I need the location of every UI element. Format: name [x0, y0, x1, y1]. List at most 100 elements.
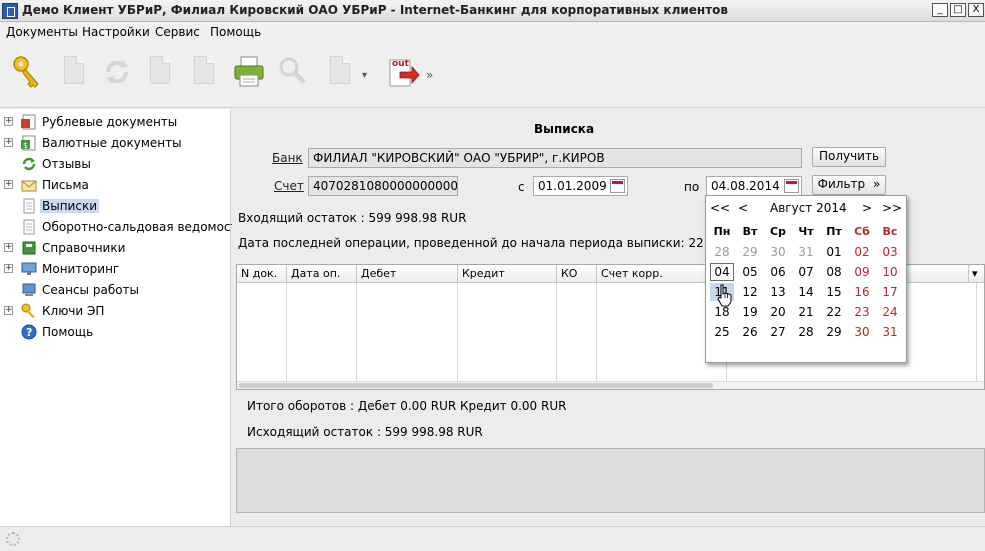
- search-tool-button[interactable]: [276, 54, 310, 90]
- calendar-day[interactable]: 08: [822, 263, 846, 281]
- calendar-day[interactable]: 10: [878, 263, 902, 281]
- nav-item[interactable]: + Ключи ЭП: [0, 301, 231, 322]
- nav-item[interactable]: + Письма: [0, 175, 231, 196]
- account-field[interactable]: 40702810800000000000: [308, 176, 458, 196]
- nav-item[interactable]: Выписки: [0, 196, 231, 217]
- expand-icon[interactable]: +: [4, 243, 13, 252]
- refresh-tool-button[interactable]: [100, 54, 134, 90]
- import-tool-button[interactable]: [322, 54, 356, 90]
- print-button[interactable]: [232, 54, 266, 90]
- next-month-button[interactable]: >: [862, 201, 872, 215]
- document-icon: [21, 198, 37, 214]
- calendar-day[interactable]: 26: [738, 323, 762, 341]
- column-header-op-date[interactable]: Дата оп.: [287, 265, 357, 283]
- next-year-button[interactable]: >>: [882, 201, 902, 215]
- calendar-day[interactable]: 09: [850, 263, 874, 281]
- calendar-day[interactable]: 05: [738, 263, 762, 281]
- column-menu-button[interactable]: ▾: [969, 265, 984, 283]
- calendar-day[interactable]: 23: [850, 303, 874, 321]
- calendar-day[interactable]: 03: [878, 243, 902, 261]
- new-document-button[interactable]: [56, 54, 90, 90]
- nav-item[interactable]: + Справочники: [0, 238, 231, 259]
- more-tools-caret[interactable]: »: [426, 68, 433, 82]
- nav-item[interactable]: + $ Валютные документы: [0, 133, 231, 154]
- nav-item[interactable]: ? Помощь: [0, 322, 231, 343]
- calendar-day[interactable]: 16: [850, 283, 874, 301]
- calendar-day[interactable]: 20: [766, 303, 790, 321]
- calendar-day[interactable]: 29: [738, 243, 762, 261]
- envelope-icon: [21, 177, 37, 193]
- nav-item-label: Письма: [42, 178, 89, 192]
- filter-button[interactable]: Фильтр »: [812, 175, 886, 195]
- calendar-day[interactable]: 30: [766, 243, 790, 261]
- calendar-day[interactable]: 29: [822, 323, 846, 341]
- get-button[interactable]: Получить: [812, 147, 886, 167]
- expand-icon[interactable]: +: [4, 117, 13, 126]
- scrollbar-thumb[interactable]: [239, 383, 713, 388]
- close-button[interactable]: X: [968, 3, 984, 17]
- calendar-day[interactable]: 31: [878, 323, 902, 341]
- refresh-icon: [106, 60, 128, 84]
- calendar-day[interactable]: 13: [766, 283, 790, 301]
- calendar-day[interactable]: 19: [738, 303, 762, 321]
- calendar-day[interactable]: 12: [738, 283, 762, 301]
- calendar-day[interactable]: 01: [822, 243, 846, 261]
- date-from-field[interactable]: 01.01.2009: [533, 176, 628, 196]
- date-to-field[interactable]: 04.08.2014: [706, 176, 802, 196]
- column-header-credit[interactable]: Кредит: [458, 265, 557, 283]
- column-header-debit[interactable]: Дебет: [357, 265, 458, 283]
- calendar-weekday-header: Сб: [854, 225, 870, 238]
- menu-settings[interactable]: Настройки: [82, 25, 150, 39]
- calendar-day[interactable]: 28: [794, 323, 818, 341]
- calendar-day[interactable]: 04: [710, 263, 734, 281]
- expand-icon[interactable]: +: [4, 138, 13, 147]
- delete-document-button[interactable]: [142, 54, 176, 90]
- bank-link[interactable]: Банк: [272, 151, 303, 165]
- nav-item[interactable]: Оборотно-сальдовая ведомость: [0, 217, 245, 238]
- calendar-day[interactable]: 21: [794, 303, 818, 321]
- minimize-button[interactable]: _: [932, 3, 948, 17]
- calendar-day[interactable]: 31: [794, 243, 818, 261]
- calendar-day[interactable]: 24: [878, 303, 902, 321]
- calendar-day[interactable]: 02: [850, 243, 874, 261]
- import-dropdown-caret[interactable]: ▾: [362, 70, 367, 81]
- menu-help[interactable]: Помощь: [210, 25, 261, 39]
- calendar-day[interactable]: 30: [850, 323, 874, 341]
- menu-documents[interactable]: Документы: [6, 25, 78, 39]
- edit-document-button[interactable]: [186, 54, 220, 90]
- calendar-day[interactable]: 28: [710, 243, 734, 261]
- expand-icon[interactable]: +: [4, 264, 13, 273]
- account-link[interactable]: Счет: [274, 179, 304, 193]
- nav-item-label: Ключи ЭП: [42, 304, 105, 318]
- prev-year-button[interactable]: <<: [710, 201, 730, 215]
- menu-service[interactable]: Сервис: [155, 25, 200, 39]
- notes-area[interactable]: [236, 448, 985, 513]
- calendar-day[interactable]: 17: [878, 283, 902, 301]
- filter-label: Фильтр: [817, 177, 866, 191]
- keys-tool-button[interactable]: [10, 54, 44, 90]
- calendar-day[interactable]: 07: [794, 263, 818, 281]
- calendar-icon[interactable]: [784, 179, 799, 193]
- calendar-day[interactable]: 06: [766, 263, 790, 281]
- export-out-button[interactable]: out: [386, 54, 420, 90]
- nav-item-label: Помощь: [42, 325, 94, 339]
- prev-month-button[interactable]: <: [738, 201, 748, 215]
- expand-icon[interactable]: +: [4, 180, 13, 189]
- nav-item[interactable]: + Мониторинг: [0, 259, 231, 280]
- calendar-icon[interactable]: [610, 179, 625, 193]
- nav-item[interactable]: + Рублевые документы: [0, 112, 231, 133]
- calendar-day[interactable]: 15: [822, 283, 846, 301]
- expand-icon[interactable]: +: [4, 306, 13, 315]
- maximize-button[interactable]: □: [950, 3, 966, 17]
- calendar-day[interactable]: 14: [794, 283, 818, 301]
- horizontal-scrollbar[interactable]: [237, 381, 984, 389]
- nav-item[interactable]: Сеансы работы: [0, 280, 231, 301]
- column-header-doc-number[interactable]: N док.: [237, 265, 287, 283]
- column-header-ko[interactable]: КО: [557, 265, 597, 283]
- calendar-day[interactable]: 27: [766, 323, 790, 341]
- calendar-day[interactable]: 22: [822, 303, 846, 321]
- svg-text:$: $: [23, 141, 28, 150]
- nav-item[interactable]: Отзывы: [0, 154, 231, 175]
- calendar-day[interactable]: 25: [710, 323, 734, 341]
- bank-field[interactable]: ФИЛИАЛ "КИРОВСКИЙ" ОАО "УБРИР", г.КИРОВ: [308, 148, 802, 168]
